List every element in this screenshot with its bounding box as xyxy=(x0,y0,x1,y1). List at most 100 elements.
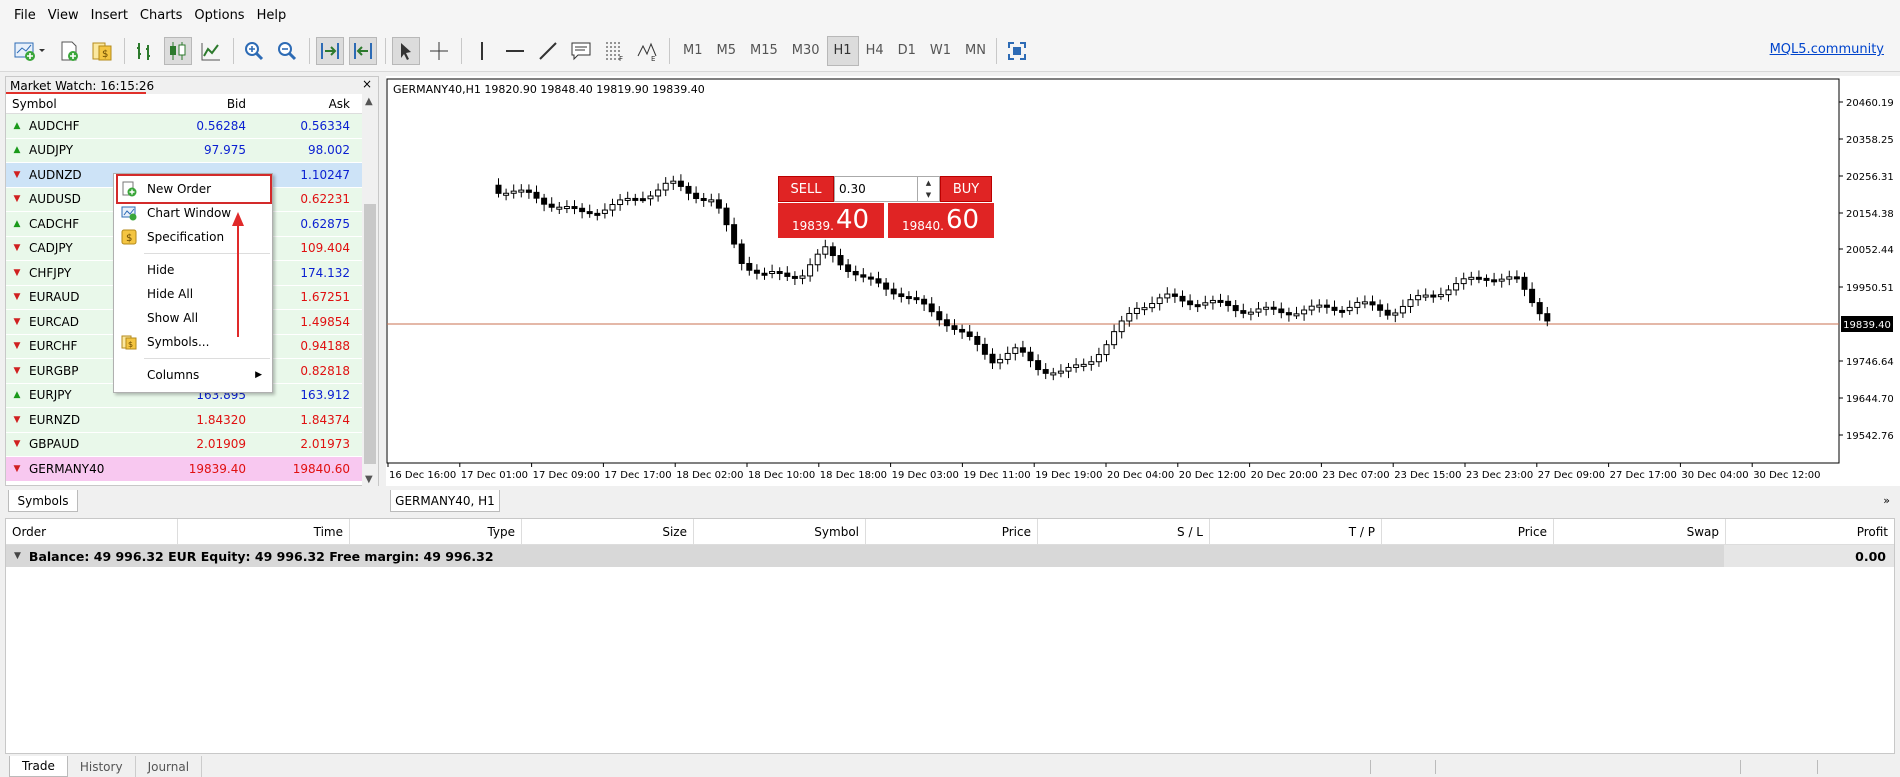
total-profit: 0.00 xyxy=(1855,548,1886,564)
timeframe-h4[interactable]: H4 xyxy=(859,36,891,66)
buy-button[interactable]: BUY xyxy=(940,176,992,202)
column-header-current-price[interactable]: Price xyxy=(1382,519,1554,544)
spin-up-icon[interactable]: ▲ xyxy=(926,179,931,187)
timeframe-m15[interactable]: M15 xyxy=(743,36,785,66)
menu-help[interactable]: Help xyxy=(251,8,293,23)
column-header-sl[interactable]: S / L xyxy=(1038,519,1210,544)
ask-cell: 2.01973 xyxy=(300,437,350,452)
tab-history[interactable]: History xyxy=(68,756,136,777)
candle-body xyxy=(738,243,745,264)
timeframe-h1[interactable]: H1 xyxy=(826,35,859,66)
column-header-ask[interactable]: Ask xyxy=(252,97,356,111)
menu-item-hide[interactable]: Hide xyxy=(114,258,272,282)
balance-row[interactable]: ▼ Balance: 49 996.32 EUR Equity: 49 996.… xyxy=(6,545,1894,567)
timeframe-m30[interactable]: M30 xyxy=(785,36,827,66)
timeframe-w1[interactable]: W1 xyxy=(923,36,958,66)
svg-text:$: $ xyxy=(128,340,133,349)
column-header-bid[interactable]: Bid xyxy=(144,97,252,111)
column-header-price[interactable]: Price xyxy=(866,519,1038,544)
timeframe-mn[interactable]: MN xyxy=(958,36,993,66)
chart-window[interactable]: GERMANY40,H1 19820.90 19848.40 19819.90 … xyxy=(386,76,1900,486)
timeframe-m1[interactable]: M1 xyxy=(676,36,710,66)
menu-item-new-order[interactable]: New Order xyxy=(114,177,272,201)
fibonacci-button[interactable]: F xyxy=(600,37,628,65)
lot-size-input[interactable]: 0.30 ▲ ▼ xyxy=(834,176,940,202)
trendline-button[interactable] xyxy=(534,37,562,65)
market-watch-row[interactable]: ▼ GERMANY40 19839.40 19840.60 xyxy=(6,457,378,482)
zoom-out-button[interactable] xyxy=(273,37,301,65)
column-header-type[interactable]: Type xyxy=(350,519,522,544)
column-header-tp[interactable]: T / P xyxy=(1210,519,1382,544)
menu-file[interactable]: File xyxy=(8,8,42,23)
collapse-chevron-icon[interactable]: ▼ xyxy=(14,551,21,561)
menu-charts[interactable]: Charts xyxy=(134,8,189,23)
vertical-line-button[interactable] xyxy=(468,37,496,65)
spin-down-icon[interactable]: ▼ xyxy=(926,191,931,199)
scroll-up-icon[interactable]: ▲ xyxy=(365,96,373,107)
menu-item-specification[interactable]: $ Specification xyxy=(114,225,272,249)
market-watch-row[interactable]: ▼ EURNZD 1.84320 1.84374 xyxy=(6,408,378,433)
elliott-wave-icon: E xyxy=(637,42,657,62)
price-chart[interactable]: GERMANY40,H1 19820.90 19848.40 19819.90 … xyxy=(386,76,1900,486)
tab-symbols[interactable]: Symbols xyxy=(8,490,78,512)
sell-price-box[interactable]: 19839. 40 xyxy=(778,203,884,238)
column-header-time[interactable]: Time xyxy=(178,519,350,544)
menu-item-symbols[interactable]: $ Symbols... xyxy=(114,330,272,354)
market-watch-row[interactable]: ▲ AUDCHF 0.56284 0.56334 xyxy=(6,114,378,139)
market-watch-button[interactable]: $ xyxy=(88,37,116,65)
current-price-label: 19839.40 xyxy=(1843,320,1891,331)
scrollbar-thumb[interactable] xyxy=(364,204,376,464)
menu-separator xyxy=(144,253,270,254)
crosshair-button[interactable] xyxy=(425,37,453,65)
menu-view[interactable]: View xyxy=(42,8,85,23)
elliott-button[interactable]: E xyxy=(633,37,661,65)
candle-body xyxy=(875,278,882,284)
new-chart-button[interactable] xyxy=(10,37,50,65)
timeframe-m5[interactable]: M5 xyxy=(710,36,744,66)
chart-shift-button[interactable] xyxy=(349,36,377,65)
auto-scroll-button[interactable] xyxy=(316,36,344,65)
buy-price-box[interactable]: 19840. 60 xyxy=(888,203,994,238)
tab-chart-germany40[interactable]: GERMANY40, H1 xyxy=(390,490,500,512)
candlestick-icon xyxy=(170,41,186,60)
candlestick-chart-button[interactable] xyxy=(164,36,192,65)
column-header-swap[interactable]: Swap xyxy=(1554,519,1726,544)
scroll-down-icon[interactable]: ▼ xyxy=(365,474,373,485)
profiles-button[interactable] xyxy=(55,37,83,65)
bar-chart-button[interactable] xyxy=(131,37,159,65)
menu-item-show-all[interactable]: Show All xyxy=(114,306,272,330)
column-header-size[interactable]: Size xyxy=(522,519,694,544)
fullscreen-button[interactable] xyxy=(1003,37,1031,65)
line-chart-button[interactable] xyxy=(197,37,225,65)
column-header-symbol[interactable]: Symbol xyxy=(694,519,866,544)
menu-item-chart-window[interactable]: Chart Window xyxy=(114,201,272,225)
menu-insert[interactable]: Insert xyxy=(85,8,134,23)
sell-price-small: 19839. xyxy=(792,219,834,233)
menu-item-hide-all[interactable]: Hide All xyxy=(114,282,272,306)
timeframe-d1[interactable]: D1 xyxy=(891,36,923,66)
text-label-button[interactable] xyxy=(567,37,595,65)
sell-button[interactable]: SELL xyxy=(778,176,834,202)
zoom-in-button[interactable] xyxy=(240,37,268,65)
mql5-community-link[interactable]: MQL5.community xyxy=(1770,42,1884,57)
column-header-symbol[interactable]: Symbol xyxy=(6,97,144,111)
menu-item-columns[interactable]: Columns ▶ xyxy=(114,363,272,387)
close-icon[interactable]: × xyxy=(362,77,372,91)
market-watch-row[interactable]: ▲ AUDJPY 97.975 98.002 xyxy=(6,138,378,163)
candle-body xyxy=(845,264,852,272)
column-header-profit[interactable]: Profit xyxy=(1726,519,1894,544)
tab-trade[interactable]: Trade xyxy=(9,756,68,777)
market-watch-scrollbar[interactable]: ▲ ▼ xyxy=(362,94,378,487)
terminal-panel: Order Time Type Size Symbol Price S / L … xyxy=(5,518,1895,754)
tabs-scroll-icon[interactable]: » xyxy=(1883,494,1890,507)
column-header-order[interactable]: Order xyxy=(6,519,178,544)
tab-journal[interactable]: Journal xyxy=(136,756,203,777)
lot-spinner[interactable]: ▲ ▼ xyxy=(917,177,939,201)
horizontal-line-button[interactable] xyxy=(501,37,529,65)
candle-body xyxy=(510,190,517,194)
menu-options[interactable]: Options xyxy=(188,8,250,23)
candle-body xyxy=(746,262,753,271)
cursor-button[interactable] xyxy=(392,36,420,65)
candle-body xyxy=(601,209,608,214)
market-watch-row[interactable]: ▼ GBPAUD 2.01909 2.01973 xyxy=(6,432,378,457)
